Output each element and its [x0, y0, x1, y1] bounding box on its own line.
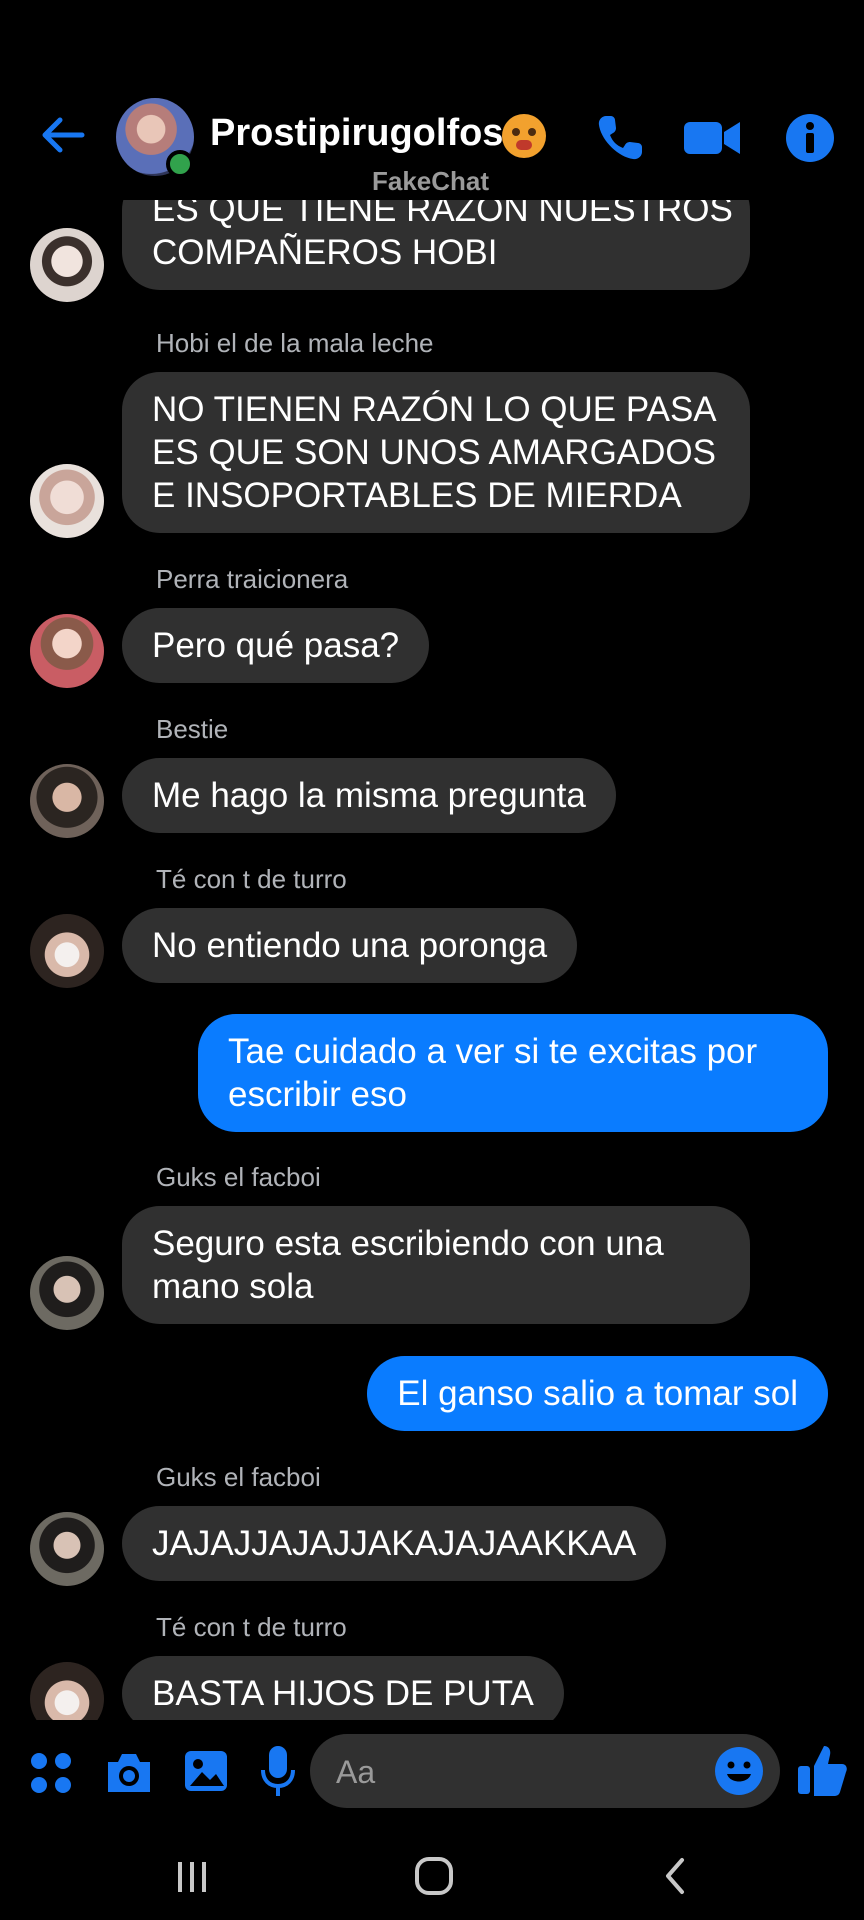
message-text: BASTA HIJOS DE PUTA — [152, 1674, 534, 1713]
sender-avatar[interactable] — [30, 1512, 104, 1586]
message-text: ES QUE TIENE RAZÓN NUESTROS — [152, 200, 733, 229]
sender-avatar[interactable] — [30, 228, 104, 302]
sender-avatar[interactable] — [30, 614, 104, 688]
sender-name: Perra traicionera — [156, 564, 349, 594]
sender-avatar[interactable] — [30, 1256, 104, 1330]
message-bubble[interactable]: Pero qué pasa? — [122, 608, 430, 683]
sender-name: Bestie — [156, 714, 229, 744]
message-text: E INSOPORTABLES DE MIERDA — [152, 476, 682, 515]
home-icon[interactable] — [404, 1846, 464, 1906]
message-text: No entiendo una poronga — [152, 926, 548, 965]
system-nav-bar — [0, 1830, 864, 1920]
message-text: ES QUE SON UNOS AMARGADOS — [152, 433, 716, 472]
message-bubble[interactable]: Me hago la misma pregunta — [122, 758, 616, 833]
sender-avatar[interactable] — [30, 764, 104, 838]
message-bubble-own[interactable]: El ganso salio a tomar sol — [367, 1356, 828, 1431]
message-text: Seguro esta escribiendo con una — [152, 1224, 664, 1263]
phone-icon[interactable] — [592, 110, 648, 166]
message-bubble[interactable]: JAJAJJAJAJJAKAJAJAAKKAA — [122, 1506, 667, 1581]
gallery-icon[interactable] — [182, 1746, 230, 1796]
video-camera-icon[interactable] — [682, 110, 742, 166]
apps-icon[interactable] — [28, 1750, 74, 1796]
sender-avatar[interactable] — [30, 1662, 104, 1720]
message-text: mano sola — [152, 1267, 314, 1306]
message-bubble[interactable]: Seguro esta escribiendo con una mano sol… — [122, 1206, 750, 1324]
chat-header: Prostipirugolfos FakeChat — [0, 0, 864, 200]
sender-name: Guks el facboi — [156, 1162, 321, 1192]
chat-title[interactable]: Prostipirugolfos — [210, 112, 503, 155]
sender-avatar[interactable] — [30, 914, 104, 988]
sender-name: Guks el facboi — [156, 1462, 321, 1492]
camera-icon[interactable] — [104, 1748, 154, 1796]
message-composer: Aa — [0, 1720, 864, 1830]
message-bubble-own[interactable]: Tae cuidado a ver si te excitas por escr… — [198, 1014, 828, 1132]
thumbs-up-icon[interactable] — [796, 1742, 848, 1798]
message-bubble[interactable]: NO TIENEN RAZÓN LO QUE PASA ES QUE SON U… — [122, 372, 750, 533]
watermark: FakeChat — [372, 166, 490, 196]
message-text: Pero qué pasa? — [152, 626, 400, 665]
message-bubble[interactable]: No entiendo una poronga — [122, 908, 578, 983]
message-text: Tae cuidado a ver si te excitas por — [228, 1032, 758, 1071]
sender-name: Hobi el de la mala leche — [156, 328, 434, 358]
message-text: COMPAÑEROS HOBI — [152, 233, 498, 272]
message-bubble[interactable]: BASTA HIJOS DE PUTA — [122, 1656, 564, 1720]
emoji-icon[interactable] — [714, 1746, 764, 1796]
back-arrow-icon[interactable] — [38, 110, 88, 160]
back-icon[interactable] — [646, 1846, 706, 1906]
input-placeholder: Aa — [336, 1754, 376, 1790]
message-bubble[interactable]: ES QUE TIENE RAZÓN NUESTROS COMPAÑEROS H… — [122, 200, 750, 290]
message-text: El ganso salio a tomar sol — [397, 1374, 798, 1413]
message-input[interactable]: Aa — [310, 1734, 780, 1808]
message-text: escribir eso — [228, 1075, 407, 1114]
online-status-indicator — [166, 150, 194, 178]
sender-name: Té con t de turro — [156, 864, 347, 894]
microphone-icon[interactable] — [260, 1744, 296, 1800]
message-text: Me hago la misma pregunta — [152, 776, 586, 815]
info-icon[interactable] — [782, 110, 838, 166]
message-text: JAJAJJAJAJJAKAJAJAAKKAA — [152, 1524, 637, 1563]
sender-name: Té con t de turro — [156, 1612, 347, 1642]
sender-avatar[interactable] — [30, 464, 104, 538]
message-text: NO TIENEN RAZÓN LO QUE PASA — [152, 390, 717, 429]
recent-apps-icon[interactable] — [162, 1846, 222, 1906]
hot-face-emoji-icon — [502, 114, 546, 158]
message-list[interactable]: ES QUE TIENE RAZÓN NUESTROS COMPAÑEROS H… — [0, 200, 864, 1720]
